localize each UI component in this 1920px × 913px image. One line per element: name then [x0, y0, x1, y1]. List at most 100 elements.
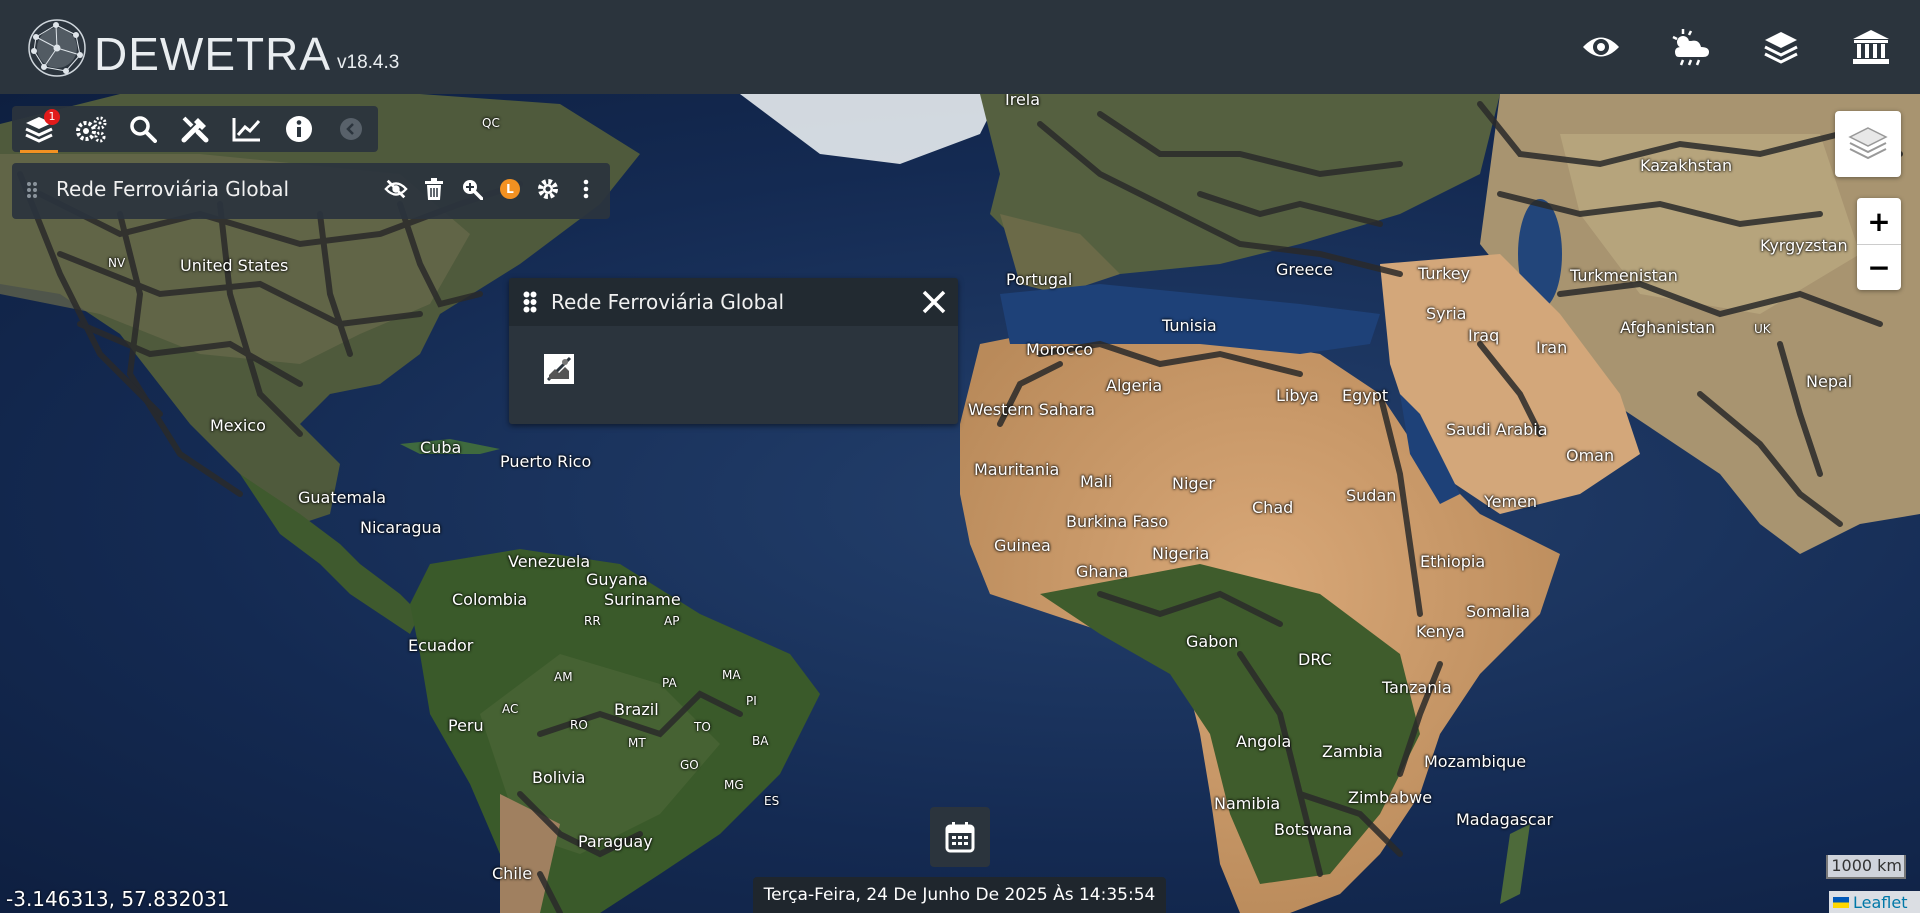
- app-logo[interactable]: DEWETRA v18.4.3: [26, 17, 399, 79]
- map-attribution[interactable]: Leaflet: [1829, 891, 1920, 913]
- map-label: Somalia: [1466, 602, 1531, 621]
- map-label: Cuba: [420, 438, 462, 457]
- map-label: Mali: [1080, 472, 1113, 491]
- map-label: UK: [1754, 322, 1771, 336]
- map-label: BA: [752, 734, 769, 748]
- map-label: PA: [662, 676, 677, 690]
- app-version: v18.4.3: [337, 52, 400, 73]
- map-label: Mexico: [210, 416, 266, 435]
- layer-actions: L: [384, 177, 598, 201]
- map-label: DRC: [1298, 650, 1332, 669]
- tools-tool-button[interactable]: [178, 112, 212, 146]
- map-label: Puerto Rico: [500, 452, 592, 471]
- eye-icon[interactable]: [1578, 24, 1624, 70]
- drag-handle-icon[interactable]: [523, 291, 537, 313]
- map-label: Western Sahara: [968, 400, 1095, 419]
- basemap-selector-button[interactable]: [1835, 111, 1901, 177]
- map-label: RR: [584, 614, 601, 628]
- settings-tool-button[interactable]: [74, 112, 108, 146]
- map-label: QC: [482, 116, 500, 130]
- map-label: Colombia: [452, 590, 528, 609]
- map-label: Oman: [1566, 446, 1615, 465]
- top-bar: DEWETRA v18.4.3: [0, 0, 1920, 94]
- popup-title: Rede Ferroviária Global: [551, 290, 785, 314]
- map-label: MT: [628, 736, 646, 750]
- trash-icon: [425, 178, 443, 200]
- map-label: Guinea: [994, 536, 1051, 555]
- collapse-toolbar-button[interactable]: [334, 112, 368, 146]
- legend-badge: L: [500, 179, 520, 199]
- legend-button[interactable]: L: [498, 177, 522, 201]
- zoom-to-layer-button[interactable]: [460, 177, 484, 201]
- map-label: AP: [664, 614, 680, 628]
- map-label: Yemen: [1484, 492, 1538, 511]
- info-tool-button[interactable]: [282, 112, 316, 146]
- map-label: Egypt: [1342, 386, 1389, 405]
- search-tool-button[interactable]: [126, 112, 160, 146]
- map-label: Nepal: [1806, 372, 1853, 391]
- layer-settings-button[interactable]: [536, 177, 560, 201]
- search-icon: [130, 116, 157, 143]
- map-label: Tunisia: [1162, 316, 1217, 335]
- map-label: Kyrgyzstan: [1760, 236, 1848, 255]
- current-date-display: Terça-Feira, 24 De Junho De 2025 Às 14:3…: [753, 877, 1166, 913]
- layers-icon[interactable]: [1758, 24, 1804, 70]
- map-label: Ecuador: [408, 636, 474, 655]
- chart-tool-button[interactable]: [230, 112, 264, 146]
- map-label: RO: [570, 718, 588, 732]
- map-label: Sudan: [1346, 486, 1397, 505]
- zoom-out-button[interactable]: −: [1857, 244, 1901, 290]
- map-label: Ghana: [1076, 562, 1129, 581]
- layer-list-item[interactable]: Rede Ferroviária Global L: [12, 163, 610, 219]
- calendar-icon: [945, 822, 975, 853]
- map-label: Zimbabwe: [1348, 788, 1433, 807]
- map-label: Guyana: [586, 570, 648, 589]
- map-label: Brazil: [614, 700, 659, 719]
- map-label: Zambia: [1322, 742, 1383, 761]
- map-toolbar: 1: [12, 106, 378, 153]
- institution-icon[interactable]: [1848, 24, 1894, 70]
- attribution-link[interactable]: Leaflet: [1853, 893, 1907, 912]
- weather-icon[interactable]: [1668, 24, 1714, 70]
- gear-icon: [538, 179, 558, 199]
- zoom-in-button[interactable]: +: [1857, 198, 1901, 244]
- cursor-coordinates: -3.146313, 57.832031: [6, 887, 230, 911]
- layers-count-badge: 1: [44, 109, 60, 125]
- map-label: Madagascar: [1456, 810, 1554, 829]
- tools-icon: [181, 116, 209, 143]
- eye-slash-icon: [384, 179, 408, 199]
- map-label: Libya: [1276, 386, 1319, 405]
- top-icon-group: [1578, 24, 1894, 70]
- map-label: MA: [722, 668, 741, 682]
- map-label: Afghanistan: [1620, 318, 1716, 337]
- map-label: United States: [180, 256, 289, 275]
- map-label: Greece: [1276, 260, 1333, 279]
- delete-layer-button[interactable]: [422, 177, 446, 201]
- info-icon: [286, 116, 312, 142]
- map-label: Tanzania: [1382, 678, 1452, 697]
- layer-more-button[interactable]: [574, 177, 598, 201]
- map-label: Ethiopia: [1420, 552, 1486, 571]
- calendar-button[interactable]: [930, 807, 990, 867]
- map-label: Paraguay: [578, 832, 653, 851]
- map-label: Mauritania: [974, 460, 1060, 479]
- map-label: Chile: [492, 864, 533, 883]
- drag-handle-icon[interactable]: [26, 181, 38, 199]
- map-label: Algeria: [1106, 376, 1163, 395]
- scale-bar: 1000 km: [1826, 855, 1906, 879]
- ukraine-flag-icon: [1833, 896, 1849, 908]
- map-label: Bolivia: [532, 768, 586, 787]
- globe-logo-icon: [28, 19, 86, 77]
- broken-image-icon: [544, 354, 574, 384]
- map-label: Kazakhstan: [1640, 156, 1733, 175]
- close-icon[interactable]: [920, 288, 948, 316]
- map-label: Angola: [1236, 732, 1292, 751]
- map-label: Suriname: [604, 590, 681, 609]
- map-label: Burkina Faso: [1066, 512, 1169, 531]
- stacked-layers-icon: [1848, 127, 1888, 160]
- layers-tool-button[interactable]: 1: [20, 109, 60, 153]
- popup-header[interactable]: Rede Ferroviária Global: [509, 278, 958, 326]
- hide-layer-button[interactable]: [384, 177, 408, 201]
- map-label: Namibia: [1214, 794, 1281, 813]
- map-label: Kenya: [1416, 622, 1465, 641]
